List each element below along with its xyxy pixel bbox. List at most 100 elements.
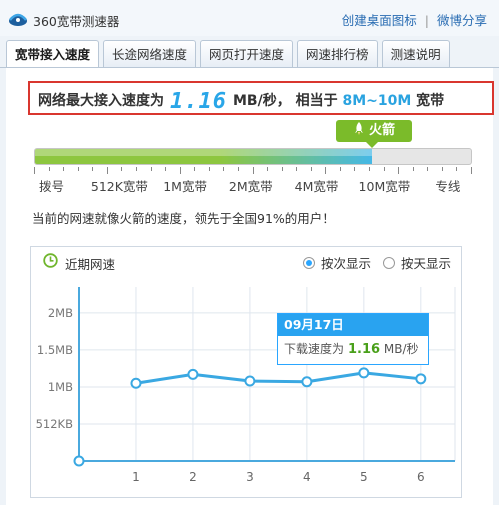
level-tick: [34, 167, 35, 174]
radio-by-day-label[interactable]: 按天显示: [401, 253, 451, 272]
tab-bar: 宽带接入速度 长途网络速度 网页打开速度 网速排行榜 测速说明: [6, 40, 454, 70]
level-tick: [194, 167, 195, 171]
title-links: 创建桌面图标 | 微博分享: [342, 10, 487, 29]
series-line: [135, 371, 421, 385]
x-tick-label: 6: [417, 470, 425, 484]
level-badge: 火箭: [336, 120, 412, 148]
level-tick-label: 拨号: [39, 179, 65, 194]
level-tick: [325, 167, 326, 174]
chart-title: 近期网速: [65, 257, 116, 272]
level-tick: [398, 167, 399, 174]
recent-speed-card: 2MB 1.5MB 1MB 512KB 1 2 3 4 5 6 近期网速 按次显示 按天显示: [30, 246, 462, 498]
speed-level-fill: [35, 149, 373, 164]
level-tick: [296, 167, 297, 171]
level-tick-label: 512K宽带: [90, 179, 148, 194]
clock-icon: [43, 253, 58, 268]
weibo-share-link[interactable]: 微博分享: [437, 13, 487, 28]
create-desktop-icon-link[interactable]: 创建桌面图标: [342, 13, 417, 28]
level-tick: [340, 167, 341, 171]
speed-test-window: 360宽带测速器 创建桌面图标 | 微博分享 宽带接入速度 长途网络速度 网页打…: [0, 0, 499, 505]
tooltip-value: 1.16: [348, 342, 381, 357]
level-tick: [471, 167, 472, 174]
tab-access-speed[interactable]: 宽带接入速度: [6, 40, 100, 70]
content-panel: 网络最大接入速度为 1.16 MB/秒， 相当于 8M~10M 宽带 火箭 拨号 51…: [6, 68, 494, 505]
level-tick: [413, 167, 414, 171]
level-tick: [136, 167, 137, 171]
y-tick-label: 2MB: [48, 306, 73, 320]
speed-equiv-suffix: 宽带: [416, 93, 445, 109]
level-tick: [442, 167, 443, 171]
display-mode-radio-group: 按次显示 按天显示: [291, 253, 451, 272]
level-tick: [238, 167, 239, 171]
tab-webpage-speed[interactable]: 网页打开速度: [200, 40, 294, 68]
level-tick: [151, 167, 152, 171]
speed-value: 1.16: [170, 89, 227, 114]
speed-unit: MB/秒，: [232, 93, 291, 109]
y-tick-label: 512KB: [36, 417, 73, 431]
level-tick: [49, 167, 50, 171]
level-tick: [92, 167, 93, 171]
data-point: [130, 377, 142, 389]
level-tick: [78, 167, 79, 171]
level-tick-label: 4M宽带: [294, 179, 339, 194]
speed-level-ticks: [34, 167, 472, 175]
tab-speed-ranking[interactable]: 网速排行榜: [297, 40, 378, 68]
level-tick: [180, 167, 181, 174]
speed-equiv-prefix: 相当于: [295, 93, 338, 109]
tab-test-explanation[interactable]: 测速说明: [381, 40, 450, 68]
data-point: [415, 373, 427, 385]
x-tick-label: 4: [303, 470, 311, 484]
level-tick: [369, 167, 370, 171]
speed-result-line: 网络最大接入速度为 1.16 MB/秒， 相当于 8M~10M 宽带: [38, 89, 444, 114]
tab-long-distance-speed[interactable]: 长途网络速度: [103, 40, 197, 68]
recent-speed-chart: 2MB 1.5MB 1MB 512KB 1 2 3 4 5 6: [36, 287, 456, 484]
tooltip-label: 下载速度为: [284, 342, 345, 356]
level-tick: [427, 167, 428, 171]
data-point-tooltip: 09月17日 下载速度为 1.16 MB/秒: [277, 313, 429, 365]
level-tick: [107, 167, 108, 174]
origin-point: [73, 455, 85, 467]
x-tick-label: 1: [132, 470, 140, 484]
data-point: [244, 375, 256, 387]
level-tick-label: 10M宽带: [358, 179, 411, 194]
level-tick: [282, 167, 283, 171]
rocket-icon: [354, 122, 363, 135]
level-tick: [223, 167, 224, 171]
data-point: [358, 367, 370, 379]
x-tick-label: 3: [246, 470, 254, 484]
title-bar: 360宽带测速器 创建桌面图标 | 微博分享: [0, 0, 499, 36]
x-tick-label: 5: [360, 470, 368, 484]
level-tick: [267, 167, 268, 171]
level-tick: [209, 167, 210, 171]
level-tick: [165, 167, 166, 171]
speed-result-box: 网络最大接入速度为 1.16 MB/秒， 相当于 8M~10M 宽带: [28, 81, 494, 115]
level-tick-label: 1M宽带: [163, 179, 207, 194]
level-tick-label: 2M宽带: [228, 179, 273, 194]
data-point: [301, 376, 313, 388]
speed-equiv-value: 8M~10M: [342, 93, 412, 109]
level-tick: [456, 167, 457, 171]
radio-by-day-dot[interactable]: [382, 256, 395, 269]
app-title: 360宽带测速器: [33, 14, 120, 29]
level-tick: [253, 167, 254, 174]
speed-level-labels: 拨号 512K宽带 1M宽带 2M宽带 4M宽带 10M宽带 专线: [6, 176, 493, 196]
x-tick-label: 2: [189, 470, 197, 484]
radio-by-count-label[interactable]: 按次显示: [321, 253, 371, 272]
tooltip-date: 09月17日: [278, 314, 428, 336]
tooltip-body: 下载速度为 1.16 MB/秒: [278, 336, 428, 363]
link-separator: |: [424, 13, 429, 28]
y-tick-label: 1MB: [48, 380, 73, 394]
level-tick-label: 专线: [435, 179, 461, 194]
radio-by-count[interactable]: 按次显示: [302, 253, 371, 272]
tooltip-unit: MB/秒: [383, 342, 419, 356]
radio-by-day[interactable]: 按天显示: [382, 253, 451, 272]
level-tick: [311, 167, 312, 171]
speed-level-bar: [34, 148, 472, 165]
chart-header: 近期网速 按次显示 按天显示: [31, 247, 461, 275]
level-tick: [121, 167, 122, 171]
radio-by-count-dot[interactable]: [302, 256, 315, 269]
level-tick: [384, 167, 385, 171]
speed-prefix: 网络最大接入速度为: [38, 93, 164, 109]
level-badge-label: 火箭: [368, 123, 395, 138]
data-point: [187, 368, 199, 380]
